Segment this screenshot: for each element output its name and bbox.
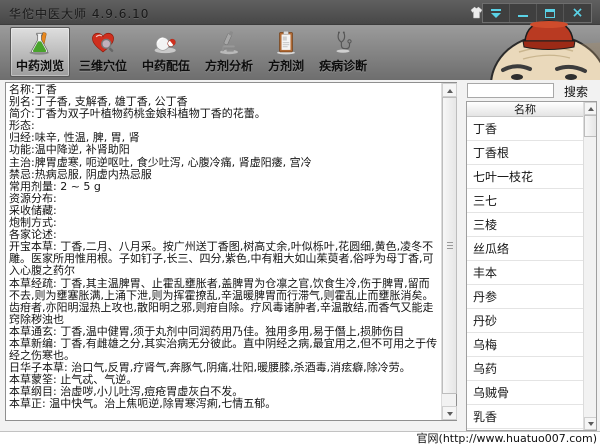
minimize-icon	[518, 15, 528, 17]
list-item[interactable]: 七叶一枝花	[467, 165, 583, 189]
chevron-down-icon	[491, 13, 501, 18]
herb-list-rows: 名称 丁香 丁香根 七叶一枝花 三七 三棱 丝瓜络 丰本 丹参 丹砂 乌梅 乌药…	[467, 102, 583, 430]
search-input[interactable]	[467, 83, 554, 98]
content-area: 名称:丁香 别名:丁子香, 支解香, 雄丁香, 公丁香 简介:丁香为双子叶植物药…	[0, 80, 600, 431]
article-line: 主治:脾胃虚寒, 呃逆呕吐, 食少吐泻, 心腹冷痛, 肾虚阳痿, 宫冷	[9, 157, 440, 169]
list-item[interactable]: 乌药	[467, 357, 583, 381]
article-line: 资源分布:	[9, 193, 440, 205]
maximize-icon	[545, 9, 555, 18]
official-site-text: 官网(http://www.huatuo007.com)	[417, 432, 597, 445]
list-item[interactable]: 丝瓜络	[467, 237, 583, 261]
window-title: 华佗中医大师 4.9.6.10	[9, 5, 149, 22]
app-window: 华佗中医大师 4.9.6.10 ×	[0, 0, 600, 445]
tab-formula-browse[interactable]: 方剂浏	[262, 27, 310, 77]
scroll-up-icon[interactable]	[584, 102, 597, 115]
herb-list: 名称 丁香 丁香根 七叶一枝花 三七 三棱 丝瓜络 丰本 丹参 丹砂 乌梅 乌药…	[466, 101, 597, 431]
list-item[interactable]: 丁香根	[467, 141, 583, 165]
tab-3d-acupoints[interactable]: 三维穴位	[73, 27, 133, 77]
list-item[interactable]: 丹参	[467, 285, 583, 309]
article-line: 禁忌:热病忌服, 阴虚内热忌服	[9, 169, 440, 181]
article-line: 本草经疏: 丁香,其主温脾胃、止霍乱壅胀者,盖脾胃为仓凛之官,饮食生冷,伤于脾胃…	[9, 278, 440, 326]
huatuo-mascot	[485, 19, 600, 80]
list-item[interactable]: 三七	[467, 189, 583, 213]
article-line: 常用剂量: 2 ~ 5 g	[9, 181, 440, 193]
search-button[interactable]: 搜索	[564, 83, 588, 100]
heart-magnifier-icon	[88, 30, 118, 56]
list-header[interactable]: 名称	[467, 102, 583, 117]
tab-herb-browse[interactable]: 中药浏览	[10, 27, 70, 77]
scroll-down-icon[interactable]	[584, 417, 597, 430]
herb-article: 名称:丁香 别名:丁子香, 支解香, 雄丁香, 公丁香 简介:丁香为双子叶植物药…	[9, 84, 440, 419]
list-item[interactable]: 丰本	[467, 261, 583, 285]
article-line: 炮制方式:	[9, 217, 440, 229]
herb-detail-panel[interactable]: 名称:丁香 别名:丁子香, 支解香, 雄丁香, 公丁香 简介:丁香为双子叶植物药…	[5, 82, 457, 421]
tab-label: 方剂浏	[268, 57, 304, 74]
microscope-icon	[214, 30, 244, 56]
tab-label: 疾病诊断	[319, 57, 367, 74]
tab-label: 中药浏览	[16, 57, 64, 74]
tab-disease-diagnosis[interactable]: 疾病诊断	[313, 27, 373, 77]
statusbar: 官网(http://www.huatuo007.com)	[0, 431, 600, 445]
article-line: 本草新编: 丁香,有雌雄之分,其实治病无分彼此。直中阴经之病,最宜用之,但不可用…	[9, 338, 440, 362]
thumb-grip-icon	[447, 242, 453, 250]
scroll-down-icon[interactable]	[442, 406, 457, 420]
tab-formula-analysis[interactable]: 方剂分析	[199, 27, 259, 77]
article-line: 采收储藏:	[9, 205, 440, 217]
tab-herb-compatibility[interactable]: 中药配伍	[136, 27, 196, 77]
article-line: 本草正: 温中快气。治上焦呃逆,除胃寒泻痢,七情五郁。	[9, 398, 440, 410]
list-item[interactable]: 乌梅	[467, 333, 583, 357]
list-item[interactable]: 三棱	[467, 213, 583, 237]
article-line: 开宝本草: 丁香,二月、八月采。按广州送丁香图,树高丈余,叶似栎叶,花圆细,黄色…	[9, 241, 440, 277]
flask-icon	[25, 30, 55, 56]
list-item[interactable]: 乌贼骨	[467, 381, 583, 405]
scrollbar-thumb[interactable]	[584, 115, 597, 137]
list-item[interactable]: 丹砂	[467, 309, 583, 333]
close-icon: ×	[572, 6, 584, 20]
tab-label: 方剂分析	[205, 57, 253, 74]
article-line: 简介:丁香为双子叶植物药桃金娘科植物丁香的花蕾。	[9, 108, 440, 120]
article-scrollbar[interactable]	[441, 83, 456, 420]
scrollbar-thumb[interactable]	[442, 97, 457, 394]
skin-menu-icon	[491, 9, 501, 11]
list-item[interactable]: 乳香	[467, 405, 583, 429]
tab-label: 三维穴位	[79, 57, 127, 74]
pills-icon	[151, 30, 181, 56]
stethoscope-icon	[328, 30, 358, 56]
scroll-up-icon[interactable]	[442, 83, 457, 97]
article-line: 功能:温中降逆, 补肾助阳	[9, 144, 440, 156]
clipboard-icon	[271, 30, 301, 56]
list-scrollbar[interactable]	[583, 102, 596, 430]
list-item[interactable]: 丁香	[467, 117, 583, 141]
tab-label: 中药配伍	[142, 57, 190, 74]
